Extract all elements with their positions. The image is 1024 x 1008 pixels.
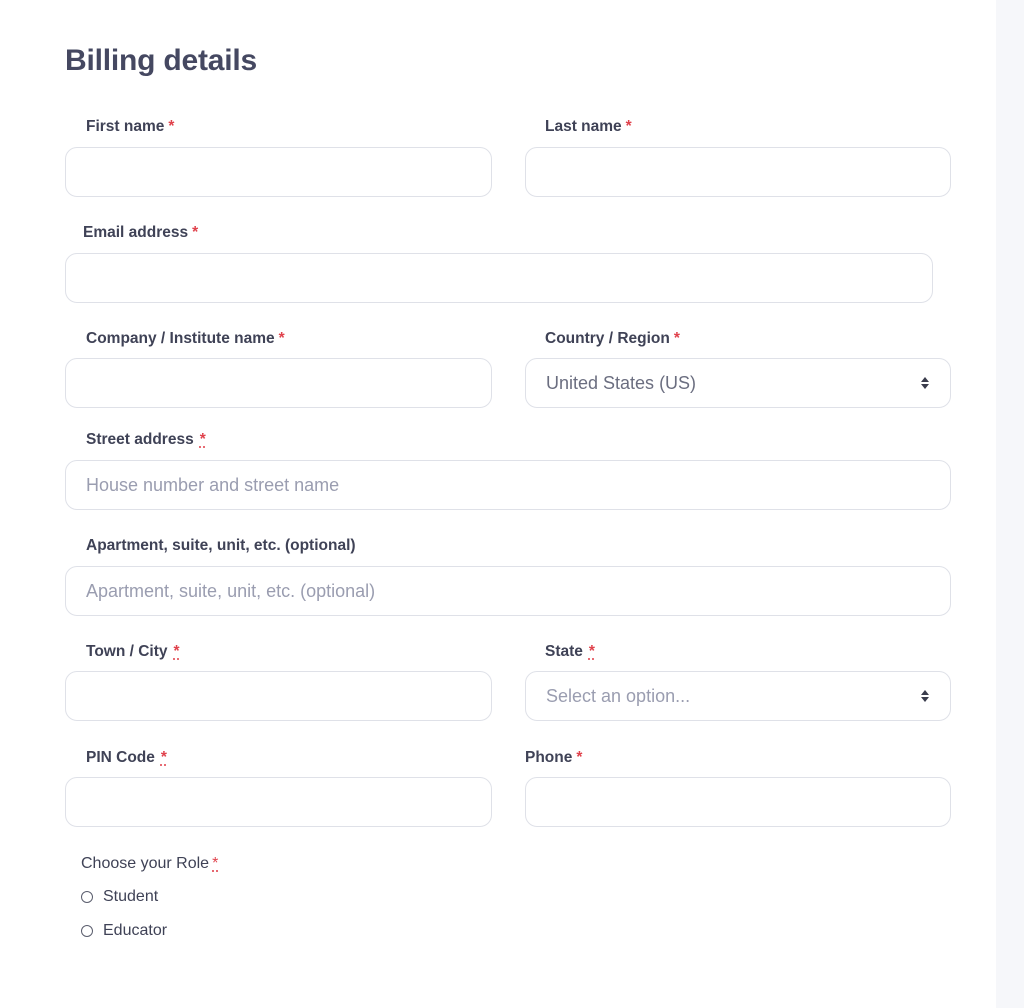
apartment-input[interactable] (65, 566, 951, 616)
street-label: Street address * (86, 431, 206, 448)
role-option-educator[interactable]: Educator (81, 922, 167, 940)
required-mark: * (673, 330, 680, 347)
side-panel-strip (996, 0, 1024, 1008)
up-down-caret-icon (920, 690, 930, 702)
email-input[interactable] (65, 253, 933, 303)
first-name-input[interactable] (65, 147, 492, 197)
city-label: Town / City * (86, 643, 180, 660)
last-name-label: Last name * (545, 118, 632, 135)
role-option-label: Student (103, 888, 159, 905)
role-option-label: Educator (103, 922, 168, 939)
required-mark: * (625, 118, 632, 135)
state-label: State * (545, 643, 595, 660)
country-select[interactable]: United States (US) (525, 358, 951, 408)
radio-unchecked-icon[interactable] (81, 891, 93, 903)
pin-code-input[interactable] (65, 777, 492, 827)
required-mark: * (199, 431, 206, 448)
phone-input[interactable] (525, 777, 951, 827)
street-input[interactable] (65, 460, 951, 510)
required-mark: * (160, 749, 167, 766)
last-name-input[interactable] (525, 147, 951, 197)
required-mark: * (278, 330, 285, 347)
city-input[interactable] (65, 671, 492, 721)
email-label: Email address * (83, 224, 199, 241)
required-mark: * (212, 855, 219, 872)
required-mark: * (192, 224, 199, 241)
phone-label: Phone * (525, 749, 583, 766)
first-name-label: First name * (86, 118, 175, 135)
apartment-label: Apartment, suite, unit, etc. (optional) (86, 537, 356, 554)
role-label: Choose your Role * (81, 855, 219, 872)
up-down-caret-icon (920, 377, 930, 389)
company-input[interactable] (65, 358, 492, 408)
role-option-student[interactable]: Student (81, 888, 158, 906)
company-label: Company / Institute name * (86, 330, 285, 347)
country-selected-value: United States (US) (546, 372, 697, 393)
country-label: Country / Region * (545, 330, 680, 347)
radio-unchecked-icon[interactable] (81, 925, 93, 937)
required-mark: * (168, 118, 175, 135)
page-title: Billing details (65, 44, 258, 77)
required-mark: * (588, 643, 595, 660)
state-selected-value: Select an option... (546, 685, 691, 706)
required-mark: * (576, 749, 583, 766)
pin-code-label: PIN Code * (86, 749, 167, 766)
state-select[interactable]: Select an option... (525, 671, 951, 721)
required-mark: * (173, 643, 180, 660)
